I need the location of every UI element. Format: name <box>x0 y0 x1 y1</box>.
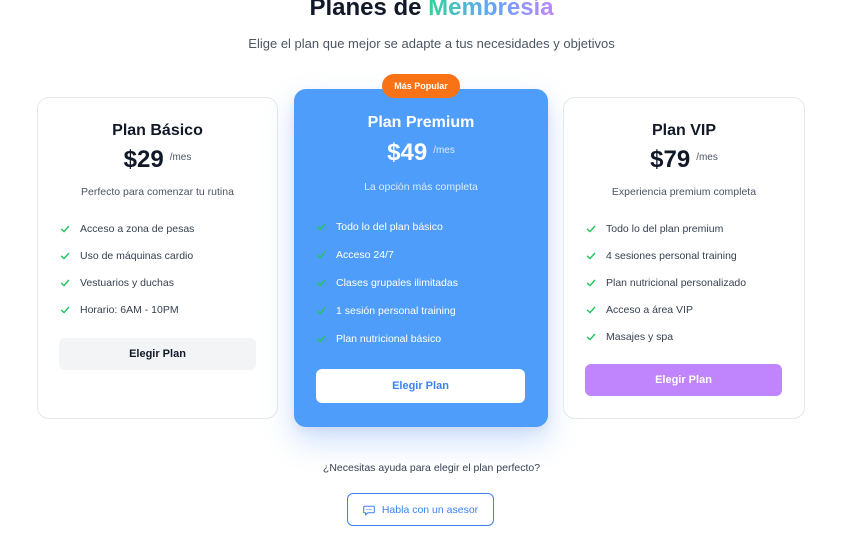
plan-description: Perfecto para comenzar tu rutina <box>81 186 234 198</box>
feature-label: Clases grupales ilimitadas <box>336 277 458 289</box>
feature-list: Todo lo del plan premium 4 sesiones pers… <box>586 215 794 350</box>
check-icon <box>586 306 596 313</box>
plan-name: Plan VIP <box>651 122 717 139</box>
feature-item: Todo lo del plan premium <box>586 215 794 242</box>
plan-price: $49 <box>387 139 428 166</box>
feature-label: 1 sesión personal training <box>336 305 456 317</box>
choose-plan-basic-button[interactable]: Elegir Plan <box>59 338 256 370</box>
check-icon <box>586 333 596 340</box>
plan-card-basic: Plan Básico $29 /mes Perfecto para comen… <box>37 97 278 419</box>
feature-item: Todo lo del plan básico <box>316 213 538 241</box>
help-question: ¿Necesitas ayuda para elegir el plan per… <box>322 462 541 474</box>
price-row: $29 /mes <box>38 146 277 174</box>
feature-label: 4 sesiones personal training <box>606 249 737 262</box>
check-icon <box>60 279 70 286</box>
talk-to-advisor-button[interactable]: Habla con un asesor <box>347 493 494 526</box>
feature-item: Plan nutricional personalizado <box>586 269 794 296</box>
price-row: $49 /mes <box>294 139 548 167</box>
popular-badge: Más Popular <box>382 74 460 98</box>
check-icon <box>316 223 326 231</box>
feature-item: Plan nutricional básico <box>316 325 538 353</box>
title-prefix: Planes de <box>309 0 422 21</box>
advisor-button-label: Habla con un asesor <box>381 503 479 516</box>
feature-item: Masajes y spa <box>586 323 794 350</box>
check-icon <box>586 225 596 232</box>
title-highlight: Membresía <box>428 0 553 21</box>
feature-label: Todo lo del plan básico <box>336 221 443 233</box>
choose-plan-vip-button[interactable]: Elegir Plan <box>585 364 782 396</box>
check-icon <box>60 225 70 232</box>
check-icon <box>586 279 596 286</box>
plan-name: Plan Premium <box>367 114 475 131</box>
check-icon <box>586 252 596 259</box>
feature-item: Acceso a área VIP <box>586 296 794 323</box>
page-title: Planes de Membresía <box>0 0 863 22</box>
page-subtitle: Elige el plan que mejor se adapte a tus … <box>248 36 615 51</box>
plan-period: /mes <box>696 152 718 163</box>
plan-price: $79 <box>650 146 691 173</box>
feature-item: Acceso a zona de pesas <box>60 215 267 242</box>
feature-item: Acceso 24/7 <box>316 241 538 269</box>
feature-label: Plan nutricional básico <box>336 333 442 345</box>
feature-label: Vestuarios y duchas <box>80 276 174 289</box>
check-icon <box>60 252 70 259</box>
price-row: $79 /mes <box>564 146 804 174</box>
feature-item: Horario: 6AM - 10PM <box>60 296 267 323</box>
feature-label: Acceso a zona de pesas <box>80 222 195 235</box>
check-icon <box>316 307 326 315</box>
feature-item: 4 sesiones personal training <box>586 242 794 269</box>
feature-list: Acceso a zona de pesas Uso de máquinas c… <box>60 215 267 323</box>
feature-item: Uso de máquinas cardio <box>60 242 267 269</box>
feature-item: Clases grupales ilimitadas <box>316 269 538 297</box>
check-icon <box>316 335 326 343</box>
plan-card-premium: Plan Premium $49 /mes La opción más comp… <box>294 89 548 427</box>
chat-icon <box>363 505 375 516</box>
plan-period: /mes <box>169 152 192 163</box>
feature-label: Plan nutricional personalizado <box>606 276 747 289</box>
feature-item: Vestuarios y duchas <box>60 269 267 296</box>
check-icon <box>316 279 326 287</box>
feature-label: Todo lo del plan premium <box>606 222 724 235</box>
feature-label: Uso de máquinas cardio <box>80 249 194 262</box>
feature-label: Masajes y spa <box>606 330 674 343</box>
feature-label: Acceso 24/7 <box>336 249 394 261</box>
plan-description: Experiencia premium completa <box>611 186 757 198</box>
choose-plan-premium-button[interactable]: Elegir Plan <box>316 369 525 403</box>
feature-item: 1 sesión personal training <box>316 297 538 325</box>
check-icon <box>60 306 70 313</box>
plan-description: La opción más completa <box>364 181 478 193</box>
check-icon <box>316 251 326 259</box>
feature-list: Todo lo del plan básico Acceso 24/7 Clas… <box>316 213 538 353</box>
feature-label: Horario: 6AM - 10PM <box>80 303 179 316</box>
plan-price: $29 <box>123 146 164 173</box>
plan-period: /mes <box>433 145 455 156</box>
plan-card-vip: Plan VIP $79 /mes Experiencia premium co… <box>563 97 805 419</box>
plan-name: Plan Básico <box>112 122 203 139</box>
feature-label: Acceso a área VIP <box>606 303 693 316</box>
